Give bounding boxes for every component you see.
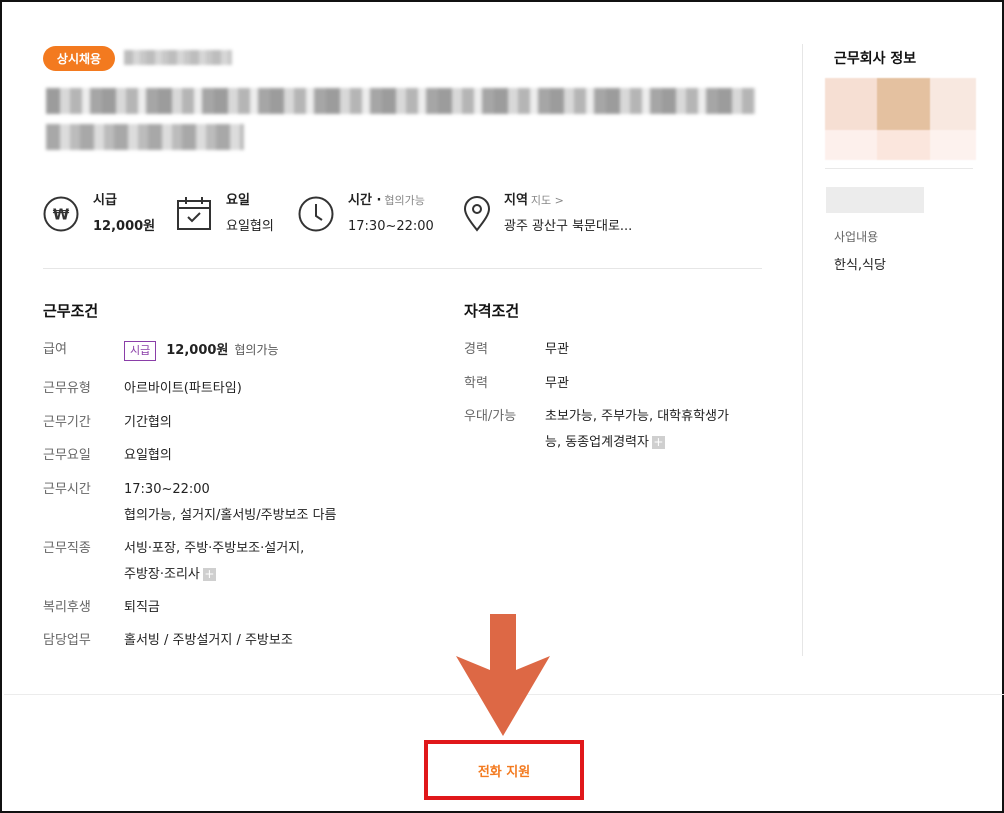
blurred-title-line-1 (46, 88, 756, 114)
business-label: 사업내용 (834, 230, 879, 244)
type-value: 아르바이트(파트타임) (124, 381, 242, 396)
condition-period-row: 근무기간 기간협의 (43, 410, 172, 436)
vertical-divider (802, 44, 803, 656)
won-icon: ₩ (43, 196, 79, 232)
condition-days-row: 근무요일 요일협의 (43, 443, 172, 469)
wage-type-tag: 시급 (124, 340, 157, 361)
down-arrow-icon (456, 614, 550, 736)
days-key: 근무요일 (43, 448, 91, 463)
qual-education-row: 학력 무관 (464, 371, 569, 397)
condition-duty-row: 담당업무 홀서빙 / 주방설거지 / 주방보조 (43, 628, 293, 654)
wage-amount: 12,000원 (166, 343, 229, 358)
preference-line-2: 능, 동종업계경력자 (545, 435, 649, 450)
svg-text:₩: ₩ (53, 206, 70, 224)
blurred-company-name (124, 50, 232, 65)
time-value: 17:30~22:00 (348, 219, 434, 234)
location-pin-icon (463, 196, 491, 232)
time-sub: 협의가능 (384, 194, 425, 207)
days-condition-value: 요일협의 (124, 448, 172, 463)
region-value: 광주 광산구 북문대로... (504, 219, 633, 234)
job-line-1: 서빙·포장, 주방·주방보조·설거지, (124, 541, 305, 556)
summary-time: 시간 · 협의가능 17:30~22:00 (298, 192, 434, 240)
expand-preference-plus-icon[interactable]: + (651, 436, 665, 449)
map-link[interactable]: 지도 > (531, 194, 564, 207)
summary-region: 지역 지도 > 광주 광산구 북문대로... (459, 192, 632, 240)
clock-icon (298, 196, 334, 232)
condition-job-row: 근무직종 서빙·포장, 주방·주방보조·설거지, 주방장·조리사 + (43, 536, 304, 588)
hours-value: 17:30~22:00 (124, 482, 210, 497)
company-info-title: 근무회사 정보 (834, 51, 917, 67)
wage-key: 급여 (43, 342, 67, 357)
condition-type-row: 근무유형 아르바이트(파트타임) (43, 376, 242, 402)
summary-days: 요일 요일협의 (176, 192, 274, 240)
career-key: 경력 (464, 342, 488, 357)
qual-preference-row: 우대/가능 초보가능, 주부가능, 대학휴학생가 능, 동종업계경력자 + (464, 404, 729, 456)
preference-line-1: 초보가능, 주부가능, 대학휴학생가 (545, 409, 729, 424)
welfare-value: 퇴직금 (124, 600, 160, 615)
days-label: 요일 (226, 193, 250, 208)
wage-value: 12,000원 (93, 219, 156, 234)
wage-label: 시급 (93, 193, 117, 208)
phone-apply-button[interactable]: 전화 지원 (424, 740, 584, 800)
education-value: 무관 (545, 376, 569, 391)
company-divider (825, 168, 973, 169)
condition-hours-row: 근무시간 17:30~22:00 협의가능, 설거지/홀서빙/주방보조 다름 (43, 477, 337, 529)
time-label: 시간 · (348, 193, 382, 208)
duty-value: 홀서빙 / 주방설거지 / 주방보조 (124, 633, 293, 648)
wage-note: 협의가능 (234, 343, 279, 357)
always-hiring-badge: 상시채용 (43, 46, 115, 71)
job-key: 근무직종 (43, 541, 91, 556)
blurred-title-line-2 (46, 124, 244, 150)
job-line-2: 주방장·조리사 (124, 567, 200, 582)
preference-key: 우대/가능 (464, 409, 517, 424)
type-key: 근무유형 (43, 381, 91, 396)
conditions-title: 근무조건 (43, 302, 99, 320)
blurred-company-name-box (826, 187, 924, 213)
duty-key: 담당업무 (43, 633, 91, 648)
summary-wage: ₩ 시급 12,000원 (43, 192, 155, 240)
divider (43, 268, 762, 269)
expand-job-plus-icon[interactable]: + (202, 568, 216, 581)
calendar-icon (177, 197, 211, 230)
page-frame: 상시채용 ₩ 시급 12,000원 요일 요일협의 시간 · 협의가능 17:3… (0, 0, 1004, 813)
region-label: 지역 (504, 193, 528, 208)
hours-detail: 협의가능, 설거지/홀서빙/주방보조 다름 (124, 508, 337, 523)
qual-career-row: 경력 무관 (464, 337, 569, 363)
condition-wage-row: 급여 시급 12,000원 협의가능 (43, 337, 279, 364)
condition-welfare-row: 복리후생 퇴직금 (43, 595, 160, 621)
welfare-key: 복리후생 (43, 600, 91, 615)
days-value: 요일협의 (226, 219, 274, 234)
period-key: 근무기간 (43, 415, 91, 430)
career-value: 무관 (545, 342, 569, 357)
period-value: 기간협의 (124, 415, 172, 430)
hours-key: 근무시간 (43, 482, 91, 497)
education-key: 학력 (464, 376, 488, 391)
company-image-blurred (825, 78, 976, 160)
qualifications-title: 자격조건 (464, 302, 520, 320)
business-value: 한식,식당 (834, 258, 886, 273)
